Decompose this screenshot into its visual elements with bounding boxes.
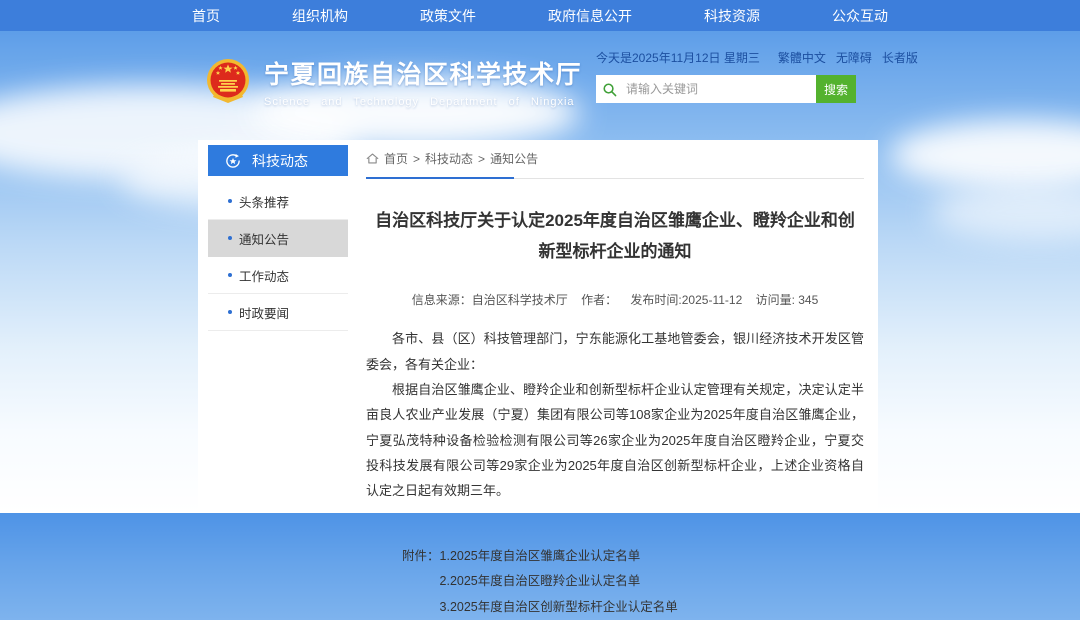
nav-item-policy-documents[interactable]: 政策文件 bbox=[420, 6, 476, 26]
bullet-icon bbox=[228, 273, 232, 277]
search-button[interactable]: 搜索 bbox=[816, 75, 856, 103]
breadcrumb-current[interactable]: 通知公告 bbox=[490, 150, 538, 167]
sidebar-item-label: 时政要闻 bbox=[239, 303, 289, 322]
meta-source: 信息来源：自治区科学技术厅 bbox=[412, 293, 568, 307]
search-input[interactable] bbox=[622, 75, 816, 103]
nav-item-home[interactable]: 首页 bbox=[192, 6, 220, 26]
attachments-label: 附件： bbox=[402, 544, 440, 620]
attachments-list: 1.2025年度自治区雏鹰企业认定名单 2.2025年度自治区瞪羚企业认定名单 … bbox=[440, 544, 678, 620]
sidebar-item-label: 工作动态 bbox=[239, 266, 289, 285]
sci-tech-news-icon bbox=[224, 152, 242, 170]
home-icon bbox=[366, 152, 379, 165]
sidebar-menu: 头条推荐 通知公告 工作动态 时政要闻 bbox=[208, 183, 348, 331]
attachment-link-gazelle-list[interactable]: 2.2025年度自治区瞪羚企业认定名单 bbox=[440, 569, 678, 595]
nav-item-gov-info-disclosure[interactable]: 政府信息公开 bbox=[548, 6, 632, 26]
attachment-link-benchmark-list[interactable]: 3.2025年度自治区创新型标杆企业认定名单 bbox=[440, 595, 678, 620]
attachments-block: 附件： 1.2025年度自治区雏鹰企业认定名单 2.2025年度自治区瞪羚企业认… bbox=[402, 544, 864, 620]
meta-author: 作者： bbox=[581, 293, 617, 307]
site-brand[interactable]: 宁夏回族自治区科学技术厅 Science and Technology Depa… bbox=[204, 55, 582, 108]
sidebar-item-headlines[interactable]: 头条推荐 bbox=[208, 183, 348, 220]
sidebar-item-label: 头条推荐 bbox=[239, 192, 289, 211]
main-panel: 科技动态 头条推荐 通知公告 工作动态 时政要闻 bbox=[198, 140, 878, 513]
article-paragraph: 各市、县（区）科技管理部门，宁东能源化工基地管委会，银川经济技术开发区管委会，各… bbox=[366, 326, 864, 377]
site-subtitle: Science and Technology Department of Nin… bbox=[264, 96, 582, 108]
sidebar-title: 科技动态 bbox=[252, 151, 308, 171]
site-title-block: 宁夏回族自治区科学技术厅 Science and Technology Depa… bbox=[264, 55, 582, 108]
article-title: 自治区科技厅关于认定2025年度自治区雏鹰企业、瞪羚企业和创新型标杆企业的通知 bbox=[375, 206, 855, 267]
sidebar-item-current-politics[interactable]: 时政要闻 bbox=[208, 294, 348, 331]
breadcrumb-separator: > bbox=[478, 152, 485, 166]
sidebar-item-work-news[interactable]: 工作动态 bbox=[208, 257, 348, 294]
breadcrumb-category[interactable]: 科技动态 bbox=[425, 150, 473, 167]
nav-item-sci-tech-resources[interactable]: 科技资源 bbox=[704, 6, 760, 26]
bullet-icon bbox=[228, 310, 232, 314]
article-paragraph: 根据自治区雏鹰企业、瞪羚企业和创新型标杆企业认定管理有关规定，决定认定半亩良人农… bbox=[366, 377, 864, 504]
article-body: 各市、县（区）科技管理部门，宁东能源化工基地管委会，银川经济技术开发区管委会，各… bbox=[366, 326, 864, 503]
breadcrumb-active-underline bbox=[366, 177, 514, 179]
top-navigation-bar: 首页 组织机构 政策文件 政府信息公开 科技资源 公众互动 bbox=[0, 0, 1080, 31]
link-traditional-chinese[interactable]: 繁體中文 bbox=[778, 49, 826, 66]
site-title: 宁夏回族自治区科学技术厅 bbox=[264, 55, 582, 91]
meta-visit-count: 访问量: 345 bbox=[756, 293, 819, 307]
site-header: 宁夏回族自治区科学技术厅 Science and Technology Depa… bbox=[0, 31, 1080, 140]
link-accessibility[interactable]: 无障碍 bbox=[836, 49, 872, 66]
search-bar: 搜索 bbox=[596, 75, 856, 103]
bullet-icon bbox=[228, 236, 232, 240]
current-date: 今天是2025年11月12日 星期三 bbox=[596, 49, 760, 66]
sidebar: 科技动态 头条推荐 通知公告 工作动态 时政要闻 bbox=[208, 145, 348, 331]
sidebar-item-notices[interactable]: 通知公告 bbox=[208, 220, 348, 257]
breadcrumb-separator: > bbox=[413, 152, 420, 166]
search-icon bbox=[596, 82, 622, 97]
bullet-icon bbox=[228, 199, 232, 203]
link-elderly-version[interactable]: 长者版 bbox=[882, 49, 918, 66]
content-area: 首页 > 科技动态 > 通知公告 自治区科技厅关于认定2025年度自治区雏鹰企业… bbox=[366, 150, 864, 620]
article-meta: 信息来源：自治区科学技术厅 作者： 发布时间:2025-11-12 访问量: 3… bbox=[366, 291, 864, 308]
breadcrumb: 首页 > 科技动态 > 通知公告 bbox=[366, 150, 864, 179]
national-emblem-logo bbox=[204, 57, 252, 107]
sidebar-header: 科技动态 bbox=[208, 145, 348, 176]
meta-publish-time: 发布时间:2025-11-12 bbox=[630, 293, 742, 307]
breadcrumb-home[interactable]: 首页 bbox=[384, 150, 408, 167]
cloud-decoration bbox=[930, 185, 1080, 240]
nav-item-public-interaction[interactable]: 公众互动 bbox=[832, 6, 888, 26]
date-line: 今天是2025年11月12日 星期三 繁體中文 无障碍 长者版 bbox=[596, 49, 872, 66]
nav-item-organization[interactable]: 组织机构 bbox=[292, 6, 348, 26]
header-utility-area: 今天是2025年11月12日 星期三 繁體中文 无障碍 长者版 搜索 bbox=[596, 49, 872, 103]
search-box bbox=[596, 75, 816, 103]
attachment-link-eagle-list[interactable]: 1.2025年度自治区雏鹰企业认定名单 bbox=[440, 544, 678, 570]
sidebar-item-label: 通知公告 bbox=[239, 229, 289, 248]
